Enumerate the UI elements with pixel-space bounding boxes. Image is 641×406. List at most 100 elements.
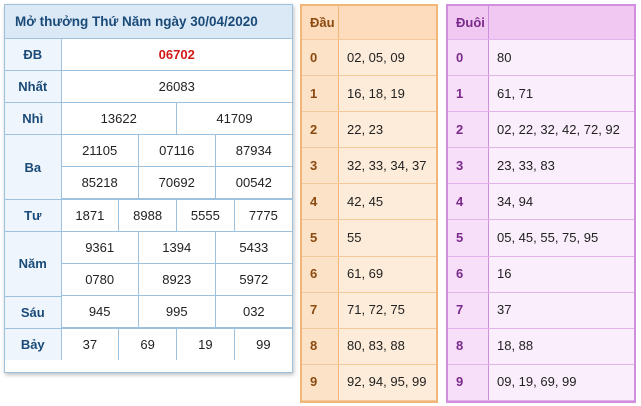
duoi-key: 0 [448,39,489,77]
row-nhat: Nhất 26083 [5,70,292,103]
label-nhat: Nhất [5,70,62,103]
dau-key: 5 [302,219,339,257]
dau-key: 6 [302,256,339,293]
dau-row: 1 16, 18, 19 [302,75,436,113]
prize-sau: 945 [61,296,139,328]
duoi-values: 02, 22, 32, 42, 72, 92 [488,111,634,149]
label-sau: Sáu [5,295,62,329]
dau-row: 0 02, 05, 09 [302,39,436,77]
dau-row: 9 92, 94, 95, 99 [302,364,436,402]
row-tu: Tư 1871 8988 5555 7775 [5,199,292,232]
label-bay: Bảy [5,328,62,360]
prize-bay: 69 [118,328,177,360]
dau-values: 02, 05, 09 [338,39,436,77]
duoi-values: 34, 94 [488,183,634,221]
prize-nhat: 26083 [60,70,292,103]
duoi-key: 4 [448,183,489,221]
prize-bay: 19 [176,328,235,360]
row-nhi: Nhì 13622 41709 [5,102,292,135]
dau-key: 9 [302,364,339,402]
label-ba: Ba [5,134,62,200]
prize-bay: 99 [233,328,292,360]
results-table: ĐB 06702 Nhất 26083 Nhì 13622 41709 Ba 2… [5,39,292,360]
prize-ba: 21105 [61,135,139,167]
duoi-row: 4 34, 94 [448,183,634,221]
duoi-key: 8 [448,328,489,365]
row-sau: Sáu 945 995 032 [5,295,292,329]
duoi-key: 9 [448,364,489,402]
duoi-row: 5 05, 45, 55, 75, 95 [448,219,634,257]
prize-sau: 995 [137,296,216,328]
dau-key: 8 [302,328,339,365]
dau-values: 22, 23 [338,111,436,149]
dau-values: 92, 94, 95, 99 [338,364,436,402]
prize-tu: 8988 [118,199,177,232]
dau-key: 4 [302,183,339,221]
dau-key: 3 [302,147,339,185]
label-nam: Năm [5,231,62,297]
duoi-row: 1 61, 71 [448,75,634,113]
prize-nam: 5433 [214,232,292,264]
row-bay: Bảy 37 69 19 99 [5,328,292,360]
duoi-values: 09, 19, 69, 99 [488,364,634,402]
dau-key: 2 [302,111,339,149]
dau-key: 7 [302,292,339,329]
results-title: Mở thưởng Thứ Năm ngày 30/04/2020 [5,5,292,39]
prize-nam: 8923 [137,264,216,296]
duoi-row: 0 80 [448,39,634,77]
duoi-key: 5 [448,219,489,257]
prize-nam: 5972 [214,264,292,296]
dau-row: 6 61, 69 [302,256,436,293]
prize-sau: 032 [214,296,292,328]
dau-values: 80, 83, 88 [338,328,436,365]
prize-ba: 07116 [137,135,216,167]
dau-row: 5 55 [302,219,436,257]
label-tu: Tư [5,199,62,232]
duoi-values: 80 [488,39,634,77]
prize-ba: 70692 [137,167,216,199]
prize-nam: 9361 [61,232,139,264]
duoi-values: 16 [488,256,634,293]
duoi-key: 1 [448,75,489,113]
duoi-key: 3 [448,147,489,185]
dau-values: 55 [338,219,436,257]
results-panel: Mở thưởng Thứ Năm ngày 30/04/2020 ĐB 067… [4,4,293,373]
dau-values: 61, 69 [338,256,436,293]
prize-ba: 87934 [214,135,292,167]
duoi-panel: Đuôi 0 80 1 61, 71 2 02, 22, 32, 42, 72, 92… [446,4,636,403]
dau-row: 2 22, 23 [302,111,436,149]
duoi-header-values [488,6,634,40]
duoi-values: 61, 71 [488,75,634,113]
duoi-key: 6 [448,256,489,293]
row-ba: Ba 21105 07116 87934 [5,134,292,200]
dau-row: 7 71, 72, 75 [302,292,436,329]
dau-values: 42, 45 [338,183,436,221]
dau-values: 32, 33, 34, 37 [338,147,436,185]
prize-nhi: 41709 [176,102,292,135]
row-db: ĐB 06702 [5,39,292,71]
prize-nam: 0780 [61,264,139,296]
duoi-key: 2 [448,111,489,149]
dau-key: 0 [302,39,339,77]
prize-nam: 1394 [137,232,216,264]
prize-db: 06702 [60,39,292,71]
duoi-header: Đuôi [448,6,489,40]
duoi-values: 05, 45, 55, 75, 95 [488,219,634,257]
duoi-row: 9 09, 19, 69, 99 [448,364,634,402]
dau-panel: Đầu 0 02, 05, 09 1 16, 18, 19 2 22, 23 3 32,… [300,4,438,403]
prize-ba: 85218 [61,167,139,199]
dau-header: Đầu [302,6,339,40]
duoi-table: Đuôi 0 80 1 61, 71 2 02, 22, 32, 42, 72, 92… [448,6,634,402]
dau-key: 1 [302,75,339,113]
prize-tu: 1871 [60,199,120,232]
dau-values: 16, 18, 19 [338,75,436,113]
dau-row: 4 42, 45 [302,183,436,221]
row-nam: Năm 9361 1394 5433 [5,231,292,297]
prize-bay: 37 [60,328,120,360]
dau-row: 3 32, 33, 34, 37 [302,147,436,185]
duoi-row: 3 23, 33, 83 [448,147,634,185]
dau-table: Đầu 0 02, 05, 09 1 16, 18, 19 2 22, 23 3 32,… [302,6,436,402]
prize-tu: 5555 [176,199,235,232]
duoi-row: 8 18, 88 [448,328,634,365]
prize-nhi: 13622 [60,102,177,135]
